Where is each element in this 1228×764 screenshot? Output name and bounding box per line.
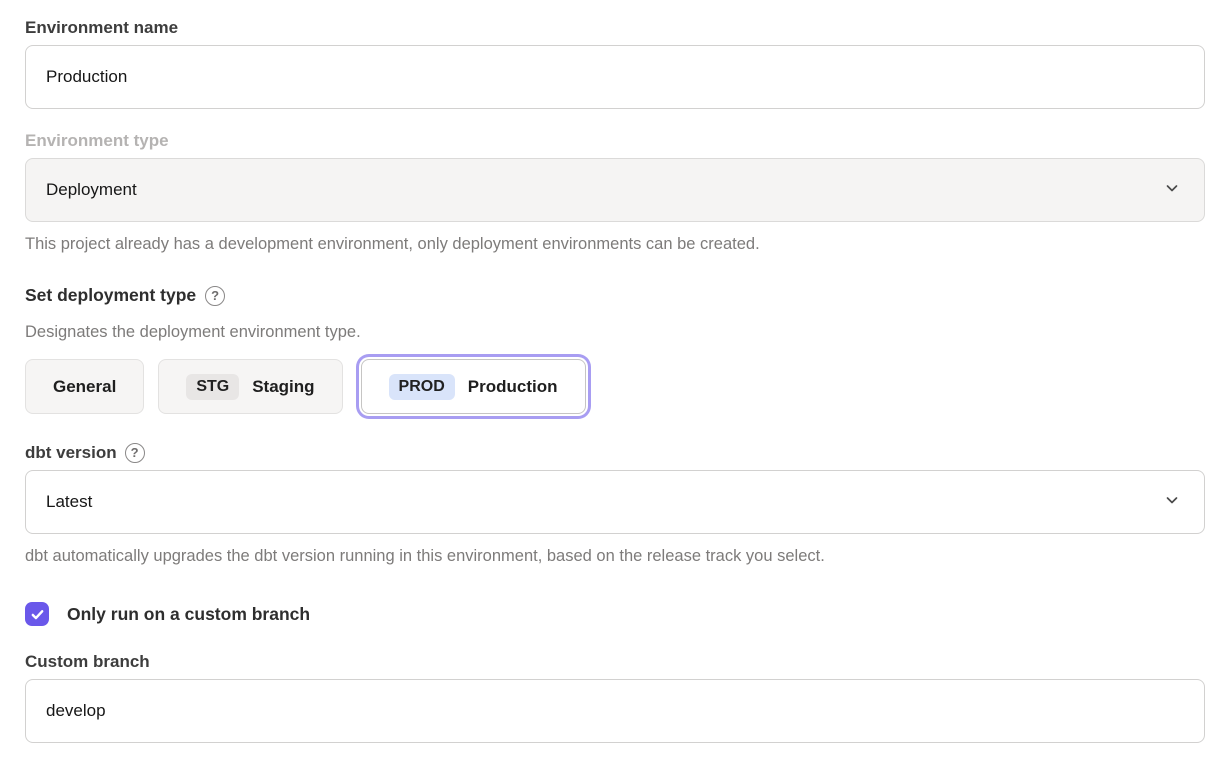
custom-branch-input[interactable]: [25, 679, 1205, 743]
option-staging-label: Staging: [252, 377, 314, 397]
chevron-down-icon: [1164, 180, 1180, 201]
environment-type-select[interactable]: Deployment: [25, 158, 1205, 222]
deployment-type-option-general[interactable]: General: [25, 359, 144, 414]
deployment-type-helper: Designates the deployment environment ty…: [25, 322, 1205, 342]
deployment-type-heading-row: Set deployment type ?: [25, 285, 1205, 306]
help-icon[interactable]: ?: [125, 443, 145, 463]
option-general-label: General: [53, 377, 116, 397]
environment-type-helper: This project already has a development e…: [25, 234, 1205, 254]
check-icon: [30, 607, 45, 622]
environment-type-label: Environment type: [25, 131, 1205, 151]
stg-badge: STG: [186, 374, 239, 400]
custom-branch-label: Custom branch: [25, 652, 1205, 672]
custom-branch-checkbox-label[interactable]: Only run on a custom branch: [67, 604, 310, 625]
deployment-type-option-production[interactable]: PROD Production: [361, 359, 586, 414]
environment-type-field: Environment type Deployment This project…: [25, 131, 1205, 254]
dbt-version-label-row: dbt version ?: [25, 443, 1205, 463]
environment-name-label: Environment name: [25, 18, 1205, 38]
dbt-version-helper: dbt automatically upgrades the dbt versi…: [25, 546, 1205, 566]
dbt-version-select[interactable]: Latest: [25, 470, 1205, 534]
help-icon[interactable]: ?: [205, 286, 225, 306]
deployment-type-field: Set deployment type ? Designates the dep…: [25, 285, 1205, 414]
environment-name-input[interactable]: [25, 45, 1205, 109]
chevron-down-icon: [1164, 492, 1180, 513]
custom-branch-toggle-row: Only run on a custom branch: [25, 602, 1205, 626]
deployment-type-options: General STG Staging PROD Production: [25, 359, 1205, 414]
deployment-type-option-staging[interactable]: STG Staging: [158, 359, 342, 414]
prod-badge: PROD: [389, 374, 455, 400]
custom-branch-checkbox[interactable]: [25, 602, 49, 626]
environment-settings-form: Environment name Environment type Deploy…: [0, 0, 1228, 764]
dbt-version-label: dbt version: [25, 443, 117, 463]
dbt-version-field: dbt version ? Latest dbt automatically u…: [25, 443, 1205, 566]
dbt-version-value: Latest: [46, 492, 92, 512]
environment-type-value: Deployment: [46, 180, 137, 200]
environment-name-field: Environment name: [25, 18, 1205, 109]
custom-branch-field: Custom branch: [25, 652, 1205, 743]
deployment-type-heading: Set deployment type: [25, 285, 196, 306]
option-production-label: Production: [468, 377, 558, 397]
